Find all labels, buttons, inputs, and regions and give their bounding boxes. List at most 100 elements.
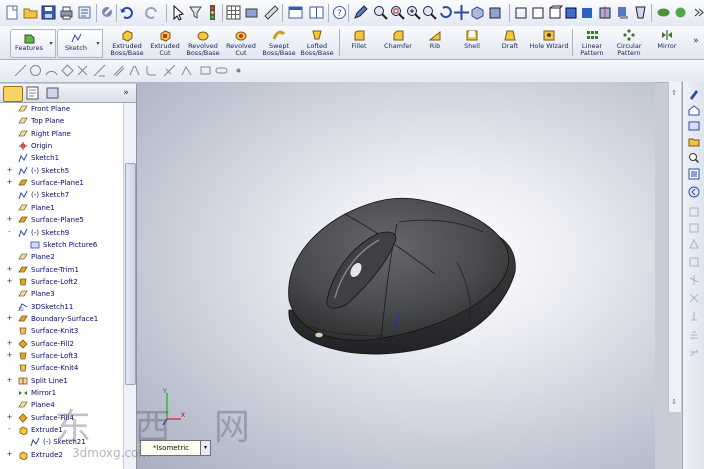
tree-item[interactable]: + Surface-Fill2 xyxy=(0,338,123,350)
expand-icon[interactable]: + xyxy=(6,352,13,359)
window-arrange-icon[interactable] xyxy=(308,4,325,21)
custom-properties-icon[interactable] xyxy=(688,222,700,234)
options-icon[interactable] xyxy=(76,4,93,21)
undo-icon[interactable] xyxy=(118,4,135,21)
tree-item[interactable]: Sketch1 xyxy=(0,152,123,164)
sketch-dropdown-button[interactable]: ▾ xyxy=(94,29,103,58)
wireframe-icon[interactable] xyxy=(513,4,530,21)
zoom-to-fit-icon[interactable] xyxy=(372,4,389,21)
select-arrow-icon[interactable] xyxy=(170,4,187,21)
extruded-boss-button[interactable]: Extruded Boss/Base xyxy=(110,27,144,58)
circle-icon[interactable] xyxy=(29,64,42,77)
features-tab-button[interactable]: Features xyxy=(10,29,48,58)
sketch-fillet-icon[interactable] xyxy=(145,64,158,77)
resources-icon[interactable] xyxy=(688,88,700,100)
tree-item[interactable]: + Surface-Loft3 xyxy=(0,350,123,362)
sensors-icon[interactable] xyxy=(688,346,700,358)
tree-item[interactable]: 3D 3DSketch11 xyxy=(0,301,123,313)
grid-icon[interactable] xyxy=(225,4,242,21)
mirror-entities-icon[interactable] xyxy=(128,64,141,77)
tree-item[interactable]: + Surface-Plane5 xyxy=(0,214,123,226)
scroll-up-icon[interactable]: ⇧ xyxy=(670,90,678,104)
collapse-icon[interactable]: - xyxy=(6,228,13,236)
feature-tree-tab-icon[interactable] xyxy=(3,86,23,102)
tree-item[interactable]: Surface-Knit4 xyxy=(0,362,123,374)
expand-icon[interactable]: + xyxy=(6,339,13,347)
configuration-manager-tab-icon[interactable] xyxy=(44,86,62,100)
select-filter-icon[interactable] xyxy=(187,4,204,21)
circular-pattern-button[interactable]: Circular Pattern xyxy=(612,27,646,58)
appearance-icon[interactable] xyxy=(672,4,689,21)
hole-wizard-button[interactable]: Hole Wizard xyxy=(529,27,569,58)
tree-item[interactable]: + (-) Sketch5 xyxy=(0,165,123,177)
tree-item[interactable]: (-) Sketch7 xyxy=(0,189,123,201)
expand-icon[interactable]: + xyxy=(6,179,13,186)
hide-show-icon[interactable] xyxy=(655,4,672,21)
design-library-icon[interactable] xyxy=(688,120,700,132)
view-palette-icon[interactable] xyxy=(688,168,700,180)
fillet-button[interactable]: Fillet xyxy=(345,27,373,58)
tree-item[interactable]: - (-) Sketch9 xyxy=(0,227,123,239)
view-move-icon[interactable] xyxy=(243,4,260,21)
tree-item[interactable]: Plane2 xyxy=(0,251,123,263)
help-icon[interactable]: ? xyxy=(331,4,348,21)
expand-icon[interactable]: + xyxy=(6,166,13,174)
zoom-area-icon[interactable] xyxy=(389,4,406,21)
lights-icon[interactable] xyxy=(688,274,700,286)
move-entities-icon[interactable] xyxy=(180,64,193,77)
rotate-view-icon[interactable] xyxy=(437,4,454,21)
arc-icon[interactable] xyxy=(45,64,58,77)
sketch-tab-button[interactable]: Sketch xyxy=(57,29,95,58)
rectangle-icon[interactable] xyxy=(199,64,212,77)
redo-icon[interactable] xyxy=(143,4,160,21)
appearances-icon[interactable] xyxy=(688,206,700,218)
mirror-button[interactable]: Mirror xyxy=(653,27,681,58)
graphics-area-scrollbar[interactable]: ⇧ ⇩ xyxy=(668,82,681,412)
tree-item[interactable]: Plane1 xyxy=(0,202,123,214)
tree-item[interactable]: + Surface-Plane1 xyxy=(0,177,123,189)
tree-item[interactable]: Origin xyxy=(0,140,123,152)
zoom-in-out-icon[interactable] xyxy=(405,4,422,21)
expand-icon[interactable]: + xyxy=(6,216,13,223)
chamfer-button[interactable]: Chamfer xyxy=(381,27,415,58)
shaded-icon[interactable] xyxy=(579,4,596,21)
view-orientation-icon[interactable] xyxy=(287,4,304,21)
tree-item[interactable]: Top Plane xyxy=(0,115,123,127)
tree-item[interactable]: + Boundary-Surface1 xyxy=(0,313,123,325)
new-document-icon[interactable] xyxy=(4,4,21,21)
walkthrough-icon[interactable] xyxy=(688,310,700,322)
slot-icon[interactable] xyxy=(215,64,228,77)
trim-icon[interactable] xyxy=(76,64,89,77)
command-overflow-icon[interactable]: » xyxy=(690,27,702,58)
line-icon[interactable] xyxy=(14,64,27,77)
traffic-light-icon[interactable] xyxy=(204,4,221,21)
tree-item[interactable]: Front Plane xyxy=(0,103,123,115)
rib-button[interactable]: Rib xyxy=(422,27,448,58)
property-manager-tab-icon[interactable] xyxy=(24,86,42,100)
tree-item[interactable]: + Surface-Loft2 xyxy=(0,276,123,288)
expand-icon[interactable]: + xyxy=(6,413,13,421)
hidden-lines-visible-icon[interactable] xyxy=(530,4,547,21)
decals-icon[interactable] xyxy=(688,238,700,250)
offset-icon[interactable] xyxy=(112,64,125,77)
scroll-down-icon[interactable]: ⇩ xyxy=(670,398,678,408)
save-icon[interactable] xyxy=(40,4,57,21)
shadows-icon[interactable] xyxy=(614,4,631,21)
tree-item[interactable]: Sketch Picture6 xyxy=(0,239,123,251)
view-orientation-dropdown-icon[interactable]: ▾ xyxy=(200,440,211,456)
smart-dimension-icon[interactable] xyxy=(163,64,176,77)
expand-icon[interactable]: + xyxy=(6,376,13,384)
tree-item[interactable]: Plane3 xyxy=(0,288,123,300)
hidden-lines-removed-icon[interactable] xyxy=(547,4,564,21)
tree-item[interactable]: Surface-Knit3 xyxy=(0,325,123,337)
print-icon[interactable] xyxy=(58,4,75,21)
scenes-icon[interactable] xyxy=(688,256,700,268)
tree-item[interactable]: + Split Line1 xyxy=(0,375,123,387)
expand-icon[interactable]: + xyxy=(6,314,13,322)
rebuild-icon[interactable] xyxy=(99,4,116,21)
shell-button[interactable]: Shell xyxy=(458,27,486,58)
expand-icon[interactable]: + xyxy=(6,265,13,273)
toolbar-overflow-icon[interactable] xyxy=(690,4,704,21)
standard-views-icon[interactable] xyxy=(469,4,486,21)
draft-button[interactable]: Draft xyxy=(496,27,524,58)
